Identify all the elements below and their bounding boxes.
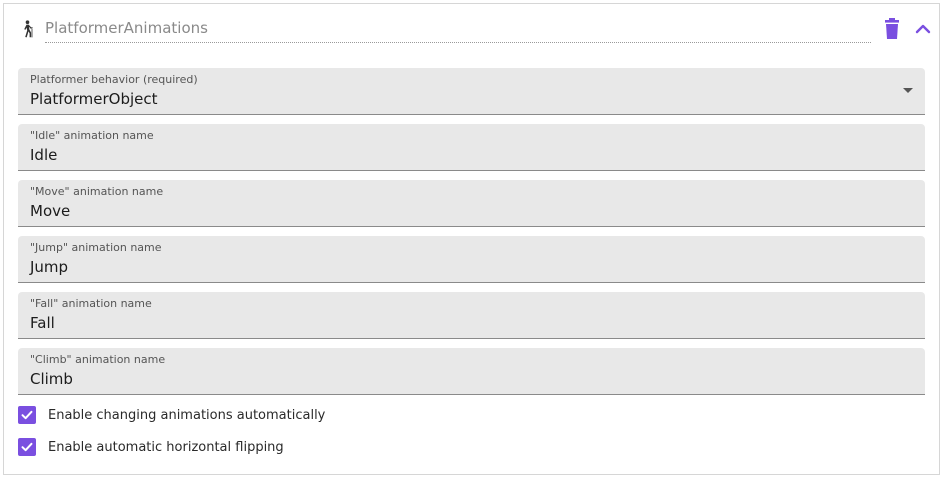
field-value[interactable]: Fall (30, 314, 55, 332)
idle-animation-field[interactable]: "Idle" animation name Idle (18, 124, 925, 171)
field-value: PlatformerObject (30, 90, 158, 108)
checkbox-label: Enable automatic horizontal flipping (48, 439, 284, 455)
fall-animation-field[interactable]: "Fall" animation name Fall (18, 292, 925, 339)
checkmark-icon (21, 442, 33, 452)
field-label: "Fall" animation name (30, 297, 152, 310)
field-label: "Jump" animation name (30, 241, 162, 254)
horizontal-flip-checkbox[interactable] (18, 438, 36, 456)
field-label: "Move" animation name (30, 185, 164, 198)
field-value[interactable]: Move (30, 202, 70, 220)
field-label: Platformer behavior (required) (30, 73, 198, 86)
walking-person-icon (20, 20, 34, 38)
chevron-up-icon[interactable] (912, 18, 934, 40)
dropdown-arrow-icon[interactable] (903, 88, 913, 93)
horizontal-flip-checkbox-row[interactable]: Enable automatic horizontal flipping (18, 436, 284, 458)
auto-animations-checkbox[interactable] (18, 406, 36, 424)
field-value[interactable]: Idle (30, 146, 57, 164)
behavior-panel: Platformer behavior (required) Platforme… (3, 3, 940, 475)
climb-animation-field[interactable]: "Climb" animation name Climb (18, 348, 925, 395)
move-animation-field[interactable]: "Move" animation name Move (18, 180, 925, 227)
field-value[interactable]: Climb (30, 370, 73, 388)
behavior-name-input[interactable] (45, 16, 871, 43)
checkmark-icon (21, 410, 33, 420)
jump-animation-field[interactable]: "Jump" animation name Jump (18, 236, 925, 283)
behavior-header (4, 4, 939, 50)
field-label: "Climb" animation name (30, 353, 166, 366)
field-value[interactable]: Jump (30, 258, 68, 276)
auto-animations-checkbox-row[interactable]: Enable changing animations automatically (18, 404, 325, 426)
field-label: "Idle" animation name (30, 129, 154, 142)
platformer-behavior-select[interactable]: Platformer behavior (required) Platforme… (18, 68, 925, 115)
trash-icon[interactable] (882, 18, 902, 40)
checkbox-label: Enable changing animations automatically (48, 407, 326, 423)
